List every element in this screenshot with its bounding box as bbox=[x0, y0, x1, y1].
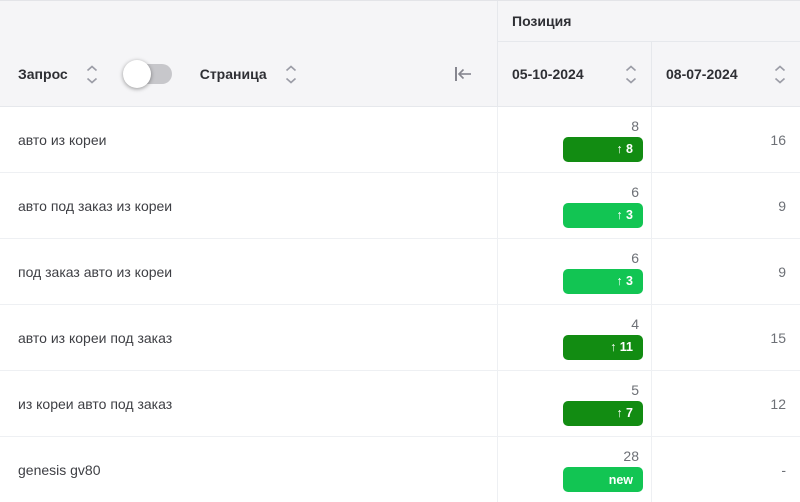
table-row[interactable]: авто из кореи 8 ↑ 8 16 bbox=[0, 107, 800, 173]
table-row[interactable]: из кореи авто под заказ 5 ↑ 7 12 bbox=[0, 371, 800, 437]
table-body: авто из кореи 8 ↑ 8 16 авто под заказ из… bbox=[0, 107, 800, 502]
query-cell: из кореи авто под заказ bbox=[0, 371, 498, 436]
table-row[interactable]: под заказ авто из кореи 6 ↑ 3 9 bbox=[0, 239, 800, 305]
position-value-previous: - bbox=[781, 462, 786, 478]
query-cell: авто под заказ из кореи bbox=[0, 173, 498, 238]
position-change-badge: ↑ 11 bbox=[563, 334, 643, 360]
position-value-current: 28 bbox=[623, 448, 639, 464]
sort-page-control[interactable] bbox=[283, 63, 299, 86]
position-value-current: 4 bbox=[631, 315, 639, 332]
date-column-label: 08-07-2024 bbox=[666, 66, 738, 82]
position-change-badge: ↑ 3 bbox=[563, 202, 643, 228]
position-value-previous: 9 bbox=[778, 197, 786, 214]
chevron-up-icon bbox=[285, 64, 296, 71]
position-value-current: 6 bbox=[631, 183, 639, 200]
query-text: из кореи авто под заказ bbox=[18, 395, 173, 412]
position-group-header: Позиция bbox=[498, 1, 800, 42]
chevron-up-icon bbox=[774, 64, 786, 71]
position-cell-current: 8 ↑ 8 bbox=[498, 107, 652, 172]
position-cell-current: 5 ↑ 7 bbox=[498, 371, 652, 436]
position-cell-previous: 9 bbox=[652, 173, 800, 238]
position-change-badge: ↑ 3 bbox=[563, 268, 643, 294]
chevron-down-icon bbox=[285, 77, 296, 84]
position-cell-current: 28 new bbox=[498, 437, 652, 502]
sort-date1-control[interactable] bbox=[623, 63, 639, 86]
table-row[interactable]: авто под заказ из кореи 6 ↑ 3 9 bbox=[0, 173, 800, 239]
collapse-left-icon bbox=[455, 67, 471, 81]
query-cell: авто из кореи под заказ bbox=[0, 305, 498, 370]
position-cell-current: 6 ↑ 3 bbox=[498, 239, 652, 304]
position-value-current: 5 bbox=[631, 381, 639, 398]
position-value-previous: 9 bbox=[778, 263, 786, 280]
position-change-badge: ↑ 8 bbox=[563, 136, 643, 162]
position-group-label: Позиция bbox=[512, 13, 572, 29]
position-value-previous: 12 bbox=[770, 395, 786, 412]
sort-query-control[interactable] bbox=[84, 63, 100, 86]
chevron-down-icon bbox=[774, 77, 786, 84]
position-cell-previous: 16 bbox=[652, 107, 800, 172]
collapse-column-button[interactable] bbox=[453, 66, 473, 82]
chevron-down-icon bbox=[625, 77, 637, 84]
table-header: Запрос Страница Позиция 05-10-2024 08-07… bbox=[0, 1, 800, 107]
position-value-previous: 16 bbox=[770, 131, 786, 148]
date-column-header-2: 08-07-2024 bbox=[652, 42, 800, 106]
sort-date2-control[interactable] bbox=[772, 63, 788, 86]
query-column-label: Запрос bbox=[18, 66, 68, 82]
query-text: авто из кореи под заказ bbox=[18, 329, 173, 346]
chevron-up-icon bbox=[86, 64, 97, 71]
query-cell: genesis gv80 bbox=[0, 437, 498, 502]
date-column-label: 05-10-2024 bbox=[512, 66, 584, 82]
query-cell: авто из кореи bbox=[0, 107, 498, 172]
positions-table: Запрос Страница Позиция 05-10-2024 08-07… bbox=[0, 0, 800, 502]
position-cell-previous: - bbox=[652, 437, 800, 502]
query-cell: под заказ авто из кореи bbox=[0, 239, 498, 304]
table-row[interactable]: genesis gv80 28 new - bbox=[0, 437, 800, 502]
query-text: авто из кореи bbox=[18, 131, 107, 148]
chevron-down-icon bbox=[86, 77, 97, 84]
date-column-header-1: 05-10-2024 bbox=[498, 42, 652, 106]
position-value-current: 8 bbox=[631, 117, 639, 134]
position-value-current: 6 bbox=[631, 249, 639, 266]
chevron-up-icon bbox=[625, 64, 637, 71]
query-text: под заказ авто из кореи bbox=[18, 263, 173, 280]
header-query-page: Запрос Страница bbox=[0, 1, 498, 106]
query-page-toggle[interactable] bbox=[122, 60, 172, 88]
position-cell-previous: 15 bbox=[652, 305, 800, 370]
position-value-previous: 15 bbox=[770, 329, 786, 346]
query-text: авто под заказ из кореи bbox=[18, 197, 173, 214]
table-row[interactable]: авто из кореи под заказ 4 ↑ 11 15 bbox=[0, 305, 800, 371]
position-change-badge: ↑ 7 bbox=[563, 400, 643, 426]
page-column-label: Страница bbox=[199, 66, 267, 82]
position-cell-previous: 9 bbox=[652, 239, 800, 304]
query-text: genesis gv80 bbox=[18, 462, 101, 478]
toggle-knob bbox=[122, 60, 151, 88]
position-cell-current: 6 ↑ 3 bbox=[498, 173, 652, 238]
position-cell-current: 4 ↑ 11 bbox=[498, 305, 652, 370]
position-cell-previous: 12 bbox=[652, 371, 800, 436]
position-change-badge: new bbox=[563, 467, 643, 492]
